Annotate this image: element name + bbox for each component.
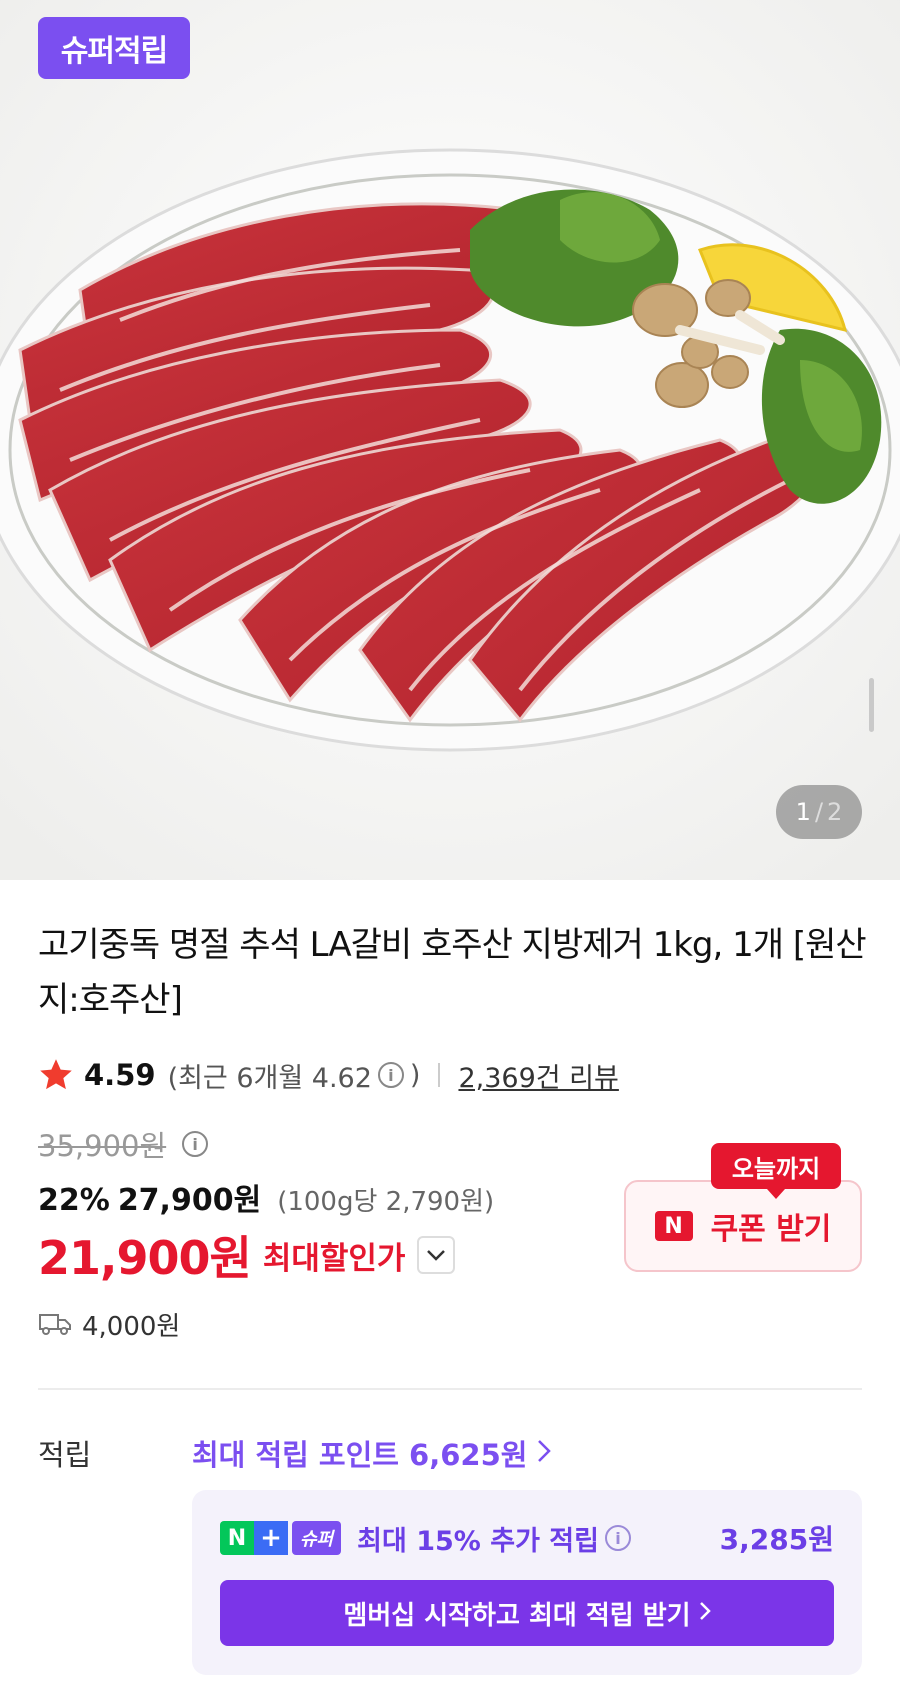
- star-icon: [40, 1059, 72, 1090]
- discount-rate: 22%: [38, 1183, 110, 1218]
- points-label: 적립: [38, 1438, 92, 1472]
- max-points-text: 최대 적립 포인트 6,625원: [192, 1438, 528, 1472]
- max-points-link[interactable]: 최대 적립 포인트 6,625원: [192, 1432, 552, 1474]
- max-discount-price: 21,900원: [38, 1231, 252, 1285]
- super-points-badge: 슈퍼적립: [38, 17, 190, 79]
- product-photo: [0, 0, 900, 880]
- image-counter-total: 2: [827, 798, 843, 826]
- image-counter: 1 / 2: [776, 785, 862, 839]
- product-title: 고기중독 명절 추석 LA갈비 호주산 지방제거 1kg, 1개 [원산지:호주…: [38, 925, 867, 1020]
- truck-icon: [39, 1314, 71, 1335]
- divider: [438, 1063, 441, 1087]
- review-count-link[interactable]: 2,369건 리뷰: [458, 1056, 618, 1095]
- original-price-row: 35,900원 i: [38, 1124, 214, 1164]
- naver-n-icon: N: [220, 1521, 254, 1555]
- shipping-fee: 4,000원: [82, 1311, 181, 1342]
- price-info-icon[interactable]: i: [182, 1131, 209, 1157]
- extra-points-amount: 3,285원: [719, 1523, 834, 1556]
- original-price: 35,900원: [38, 1129, 167, 1163]
- unit-price: (100g당 2,790원): [277, 1187, 495, 1217]
- scroll-indicator: [869, 678, 874, 732]
- until-today-tag: 오늘까지: [711, 1143, 841, 1199]
- image-counter-current: 1: [795, 798, 811, 826]
- sale-price-row: 22% 27,900원 (100g당 2,790원): [38, 1175, 494, 1221]
- extra-points-label: 최대 15% 추가 적립 i: [357, 1519, 637, 1558]
- naver-logo-icon: N: [654, 1211, 693, 1241]
- max-discount-row: 21,900원 최대할인가: [38, 1225, 456, 1285]
- plus-icon: +: [254, 1521, 288, 1555]
- chevron-right-icon: [537, 1436, 552, 1470]
- extra-points-row: N + 슈퍼 최대 15% 추가 적립 i 3,285원: [220, 1518, 834, 1558]
- membership-points-box: N + 슈퍼 최대 15% 추가 적립 i 3,285원 멤버십 시작하고 최대…: [192, 1490, 862, 1675]
- extra-points-text: 최대 15% 추가 적립: [357, 1525, 599, 1557]
- info-icon[interactable]: i: [377, 1062, 404, 1088]
- recent-rating-text: (최근 6개월 4.62: [167, 1062, 372, 1094]
- product-image-carousel[interactable]: 슈퍼적립 1 / 2: [0, 0, 900, 880]
- shipping-row: 4,000원: [38, 1305, 180, 1343]
- sale-price: 27,900원: [117, 1183, 262, 1218]
- chevron-right-icon: [699, 1598, 711, 1628]
- chevron-down-icon[interactable]: [417, 1236, 456, 1274]
- super-badge: 슈퍼: [292, 1521, 342, 1555]
- rating-row: 4.59 (최근 6개월 4.62 i ) 2,369건 리뷰: [38, 1055, 619, 1095]
- max-discount-label: 최대할인가: [262, 1240, 406, 1277]
- recent-rating-close: ): [409, 1059, 421, 1091]
- image-counter-separator: /: [814, 798, 824, 826]
- coupon-button[interactable]: N 쿠폰 받기: [624, 1180, 862, 1272]
- coupon-button-label: 쿠폰 받기: [710, 1212, 832, 1247]
- info-icon[interactable]: i: [605, 1525, 631, 1551]
- rating-value: 4.59: [84, 1058, 156, 1092]
- membership-start-button[interactable]: 멤버십 시작하고 최대 적립 받기: [220, 1580, 834, 1646]
- recent-rating: (최근 6개월 4.62 i ): [168, 1056, 421, 1095]
- divider: [38, 1388, 862, 1390]
- membership-start-label: 멤버십 시작하고 최대 적립 받기: [343, 1600, 691, 1631]
